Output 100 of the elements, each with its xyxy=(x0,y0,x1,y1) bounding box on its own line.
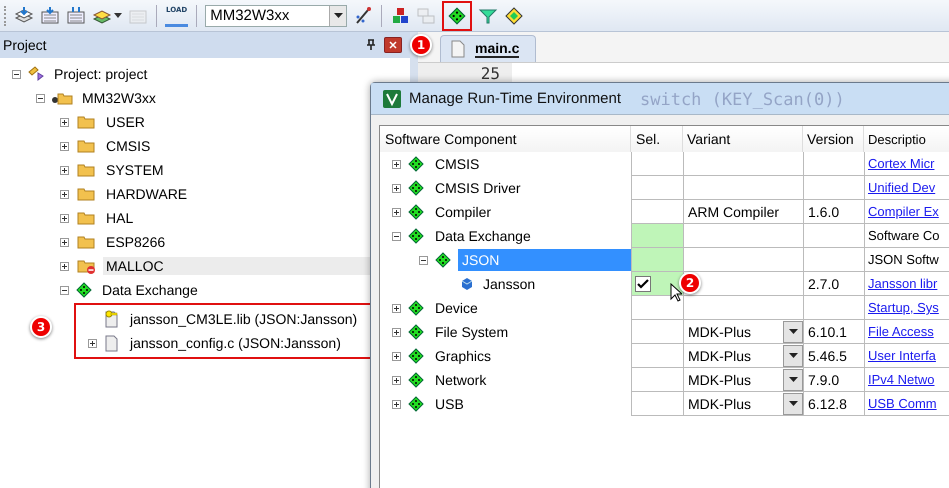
collapse-toggle[interactable] xyxy=(12,70,21,78)
tree-item[interactable]: USER xyxy=(103,113,148,131)
expand-toggle[interactable] xyxy=(88,338,97,348)
expand-toggle[interactable] xyxy=(392,160,401,168)
description-text: Software Co xyxy=(868,228,940,243)
expand-toggle[interactable] xyxy=(60,214,69,222)
component-name[interactable]: USB xyxy=(431,393,468,415)
folder-icon xyxy=(75,210,97,226)
column-header[interactable]: Software Component xyxy=(380,126,631,152)
dropdown-button[interactable] xyxy=(783,320,803,342)
tree-item[interactable]: HAL xyxy=(103,209,136,227)
description-link[interactable]: Jansson libr xyxy=(868,276,938,291)
version-text: 2.7.0 xyxy=(808,276,840,292)
description-link[interactable]: IPv4 Netwo xyxy=(868,372,934,387)
checkbox[interactable] xyxy=(635,276,651,292)
dropdown-button[interactable] xyxy=(783,368,803,390)
dropdown-button[interactable] xyxy=(783,344,803,366)
component-name[interactable]: Network xyxy=(431,369,490,391)
component-name[interactable]: Graphics xyxy=(431,345,496,367)
component-icon xyxy=(75,282,93,298)
variant-text: MDK-Plus xyxy=(688,348,752,364)
component-icon xyxy=(407,300,425,316)
component-name[interactable]: Device xyxy=(431,297,482,319)
version-text: 5.46.5 xyxy=(808,348,847,364)
blocks-icon[interactable] xyxy=(390,6,410,26)
expand-toggle[interactable] xyxy=(60,238,69,246)
column-header[interactable]: Version xyxy=(803,126,864,152)
expand-toggle[interactable] xyxy=(392,376,401,384)
variant-text: MDK-Plus xyxy=(688,396,752,412)
caret-icon xyxy=(334,13,343,18)
expand-toggle[interactable] xyxy=(60,118,69,126)
expand-toggle[interactable] xyxy=(392,208,401,216)
target-dropdown[interactable]: MM32W3xx xyxy=(205,4,348,26)
caret-icon[interactable] xyxy=(114,13,122,18)
tree-item[interactable]: ESP8266 xyxy=(103,233,168,251)
folder-icon xyxy=(75,234,97,250)
close-button[interactable] xyxy=(384,37,402,53)
component-icon xyxy=(407,180,425,196)
component-name[interactable]: CMSIS Driver xyxy=(431,177,525,199)
expand-toggle[interactable] xyxy=(392,400,401,408)
component-icon xyxy=(434,252,452,268)
collapse-toggle[interactable] xyxy=(419,256,428,264)
description-link[interactable]: Startup, Sys xyxy=(868,300,939,315)
tree-item[interactable]: HARDWARE xyxy=(103,185,190,203)
caret-icon xyxy=(788,377,798,382)
folder-icon xyxy=(75,138,97,154)
description-link[interactable]: File Access xyxy=(868,324,934,339)
dialog-title: Manage Run-Time Environment xyxy=(409,90,622,107)
expand-toggle[interactable] xyxy=(392,304,401,312)
component-name[interactable]: CMSIS xyxy=(431,153,484,175)
project-icon xyxy=(27,66,45,82)
component-icon xyxy=(407,156,425,172)
component-name[interactable]: Data Exchange xyxy=(431,225,535,247)
column-header[interactable]: Descriptio xyxy=(864,126,949,152)
tree-item[interactable]: jansson_config.c (JSON:Jansson) xyxy=(127,334,344,352)
component-name[interactable]: File System xyxy=(431,321,512,343)
description-link[interactable]: User Interfa xyxy=(868,348,936,363)
app-logo-icon xyxy=(383,90,401,108)
tree-item[interactable]: jansson_CM3LE.lib (JSON:Jansson) xyxy=(127,310,360,328)
caret-icon xyxy=(788,401,798,406)
collapse-toggle[interactable] xyxy=(392,232,401,240)
component-icon[interactable] xyxy=(447,6,468,26)
expand-toggle[interactable] xyxy=(60,262,69,270)
tree-item[interactable]: Data Exchange xyxy=(99,281,201,299)
editor-tab[interactable]: main.c xyxy=(440,35,536,62)
layers-icon[interactable] xyxy=(14,6,34,26)
description-link[interactable]: USB Comm xyxy=(868,396,937,411)
component-name[interactable]: Jansson xyxy=(479,273,540,295)
caret-icon xyxy=(788,353,798,358)
tree-item[interactable]: CMSIS xyxy=(103,137,154,155)
version-text: 6.10.1 xyxy=(808,324,847,340)
description-link[interactable]: Cortex Micr xyxy=(868,156,934,171)
expand-toggle[interactable] xyxy=(392,328,401,336)
code-line: switch (KEY_Scan(0)) xyxy=(640,90,845,110)
tree-item[interactable]: MM32W3xx xyxy=(79,89,159,107)
collapse-toggle[interactable] xyxy=(60,286,69,294)
description-link[interactable]: Compiler Ex xyxy=(868,204,939,219)
folder-icon xyxy=(75,162,97,178)
folder-icon xyxy=(75,114,97,130)
caret-icon xyxy=(788,329,798,334)
expand-toggle[interactable] xyxy=(60,142,69,150)
expand-toggle[interactable] xyxy=(392,352,401,360)
grid-icon[interactable] xyxy=(66,6,86,26)
dropdown-button[interactable] xyxy=(783,392,803,414)
panel-title: Project xyxy=(3,37,48,53)
pin-icon[interactable] xyxy=(366,39,376,51)
expand-toggle[interactable] xyxy=(392,184,401,192)
component-icon xyxy=(407,204,425,220)
expand-toggle[interactable] xyxy=(60,166,69,174)
expand-toggle[interactable] xyxy=(60,190,69,198)
grid-icon[interactable] xyxy=(40,6,60,26)
tree-item[interactable]: Project: project xyxy=(51,65,150,83)
description-link[interactable]: Unified Dev xyxy=(868,180,936,195)
tree-item[interactable]: SYSTEM xyxy=(103,161,167,179)
component-name[interactable]: Compiler xyxy=(431,201,496,223)
column-header[interactable]: Variant xyxy=(683,126,803,152)
collapse-toggle[interactable] xyxy=(36,94,45,102)
folder-icon xyxy=(75,258,97,274)
diamond-icon[interactable] xyxy=(504,6,524,26)
version-text: 7.9.0 xyxy=(808,372,840,388)
